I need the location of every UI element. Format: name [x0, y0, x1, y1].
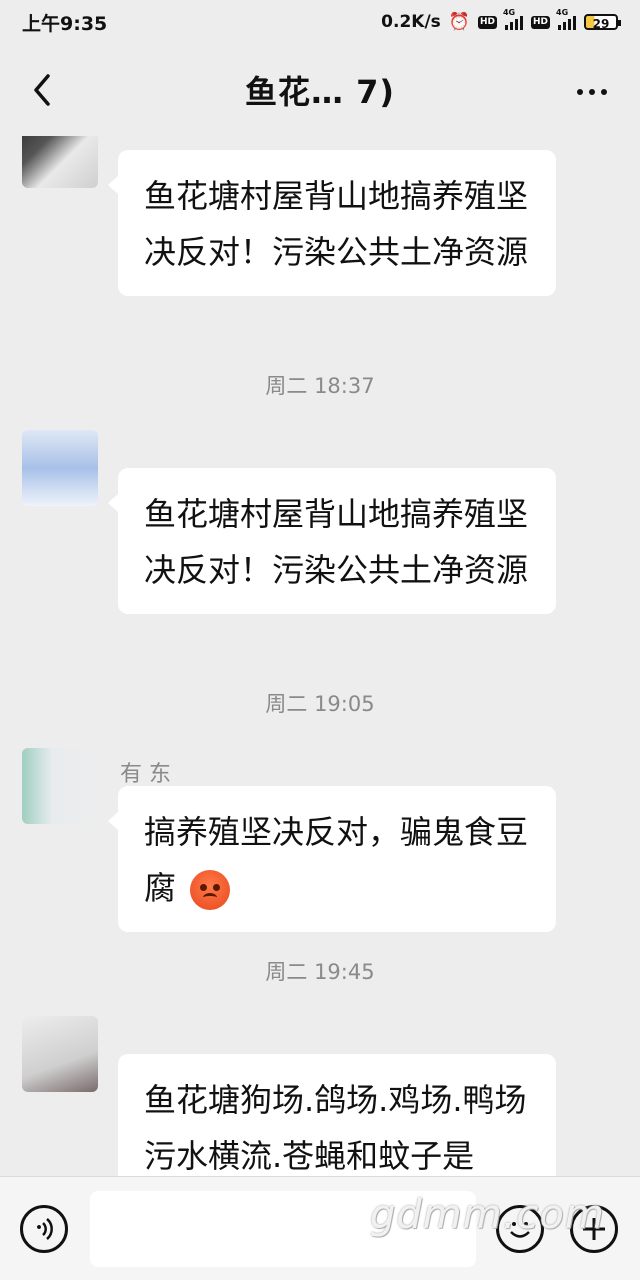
more-dot [577, 89, 583, 95]
avatar[interactable] [22, 430, 98, 506]
chevron-left-icon [34, 74, 50, 106]
chat-title: 鱼花… 7) [244, 73, 396, 111]
watermark: gdmm.com [370, 1192, 605, 1238]
voice-button[interactable] [20, 1205, 68, 1253]
message-bubble[interactable]: 鱼花塘村屋背山地搞养殖坚决反对！污染公共土净资源 [108, 468, 556, 614]
avatar[interactable] [22, 136, 98, 188]
more-dot [601, 89, 607, 95]
avatar[interactable] [22, 748, 98, 824]
message-bubble[interactable]: 搞养殖坚决反对，骗鬼食豆腐 [108, 786, 556, 932]
message-text: 鱼花塘村屋背山地搞养殖坚决反对！污染公共土净资源 [144, 177, 529, 271]
status-right: 0.2K/s ⏰ HD 4G HD 4G 29 [381, 8, 621, 32]
message-bubble[interactable]: 鱼花塘狗场.鸽场.鸡场.鸭场污水横流.苍蝇和蚊子是 [118, 1054, 556, 1176]
status-bar: 上午9:35 0.2K/s ⏰ HD 4G HD 4G 29 [0, 0, 640, 44]
signal-icon-2: 4G [556, 8, 576, 30]
timestamp: 周二 19:05 [265, 692, 375, 716]
avatar[interactable] [22, 1016, 98, 1092]
sender-name: 有 东 [120, 762, 171, 787]
voice-icon [37, 1218, 53, 1240]
message-bubble[interactable]: 鱼花塘村屋背山地搞养殖坚决反对！污染公共土净资源 [108, 150, 556, 296]
net-speed: 0.2K/s [381, 12, 441, 32]
angry-face-icon [190, 870, 231, 910]
alarm-icon: ⏰ [448, 12, 470, 32]
network-4g-label-2: 4G [556, 8, 569, 17]
chat-header: 鱼花… 7) [0, 44, 640, 136]
status-time: 上午9:35 [22, 12, 108, 35]
timestamp: 周二 18:37 [265, 374, 375, 398]
signal-icon-1: 4G [503, 8, 523, 30]
chat-area[interactable]: 鱼花塘村屋背山地搞养殖坚决反对！污染公共土净资源 周二 18:37 鱼花塘村屋背… [0, 136, 640, 1176]
back-button[interactable] [24, 70, 64, 110]
message-text: 鱼花塘村屋背山地搞养殖坚决反对！污染公共土净资源 [144, 495, 529, 589]
hd-badge-2: HD [530, 15, 550, 29]
more-button[interactable] [572, 72, 612, 112]
timestamp: 周二 19:45 [265, 960, 375, 984]
message-text: 鱼花塘狗场.鸽场.鸡场.鸭场污水横流.苍蝇和蚊子是 [144, 1081, 527, 1175]
battery-icon: 29 [584, 14, 621, 31]
network-4g-label-1: 4G [502, 8, 516, 17]
more-dot [589, 89, 595, 95]
hd-badge-1: HD [477, 15, 497, 29]
